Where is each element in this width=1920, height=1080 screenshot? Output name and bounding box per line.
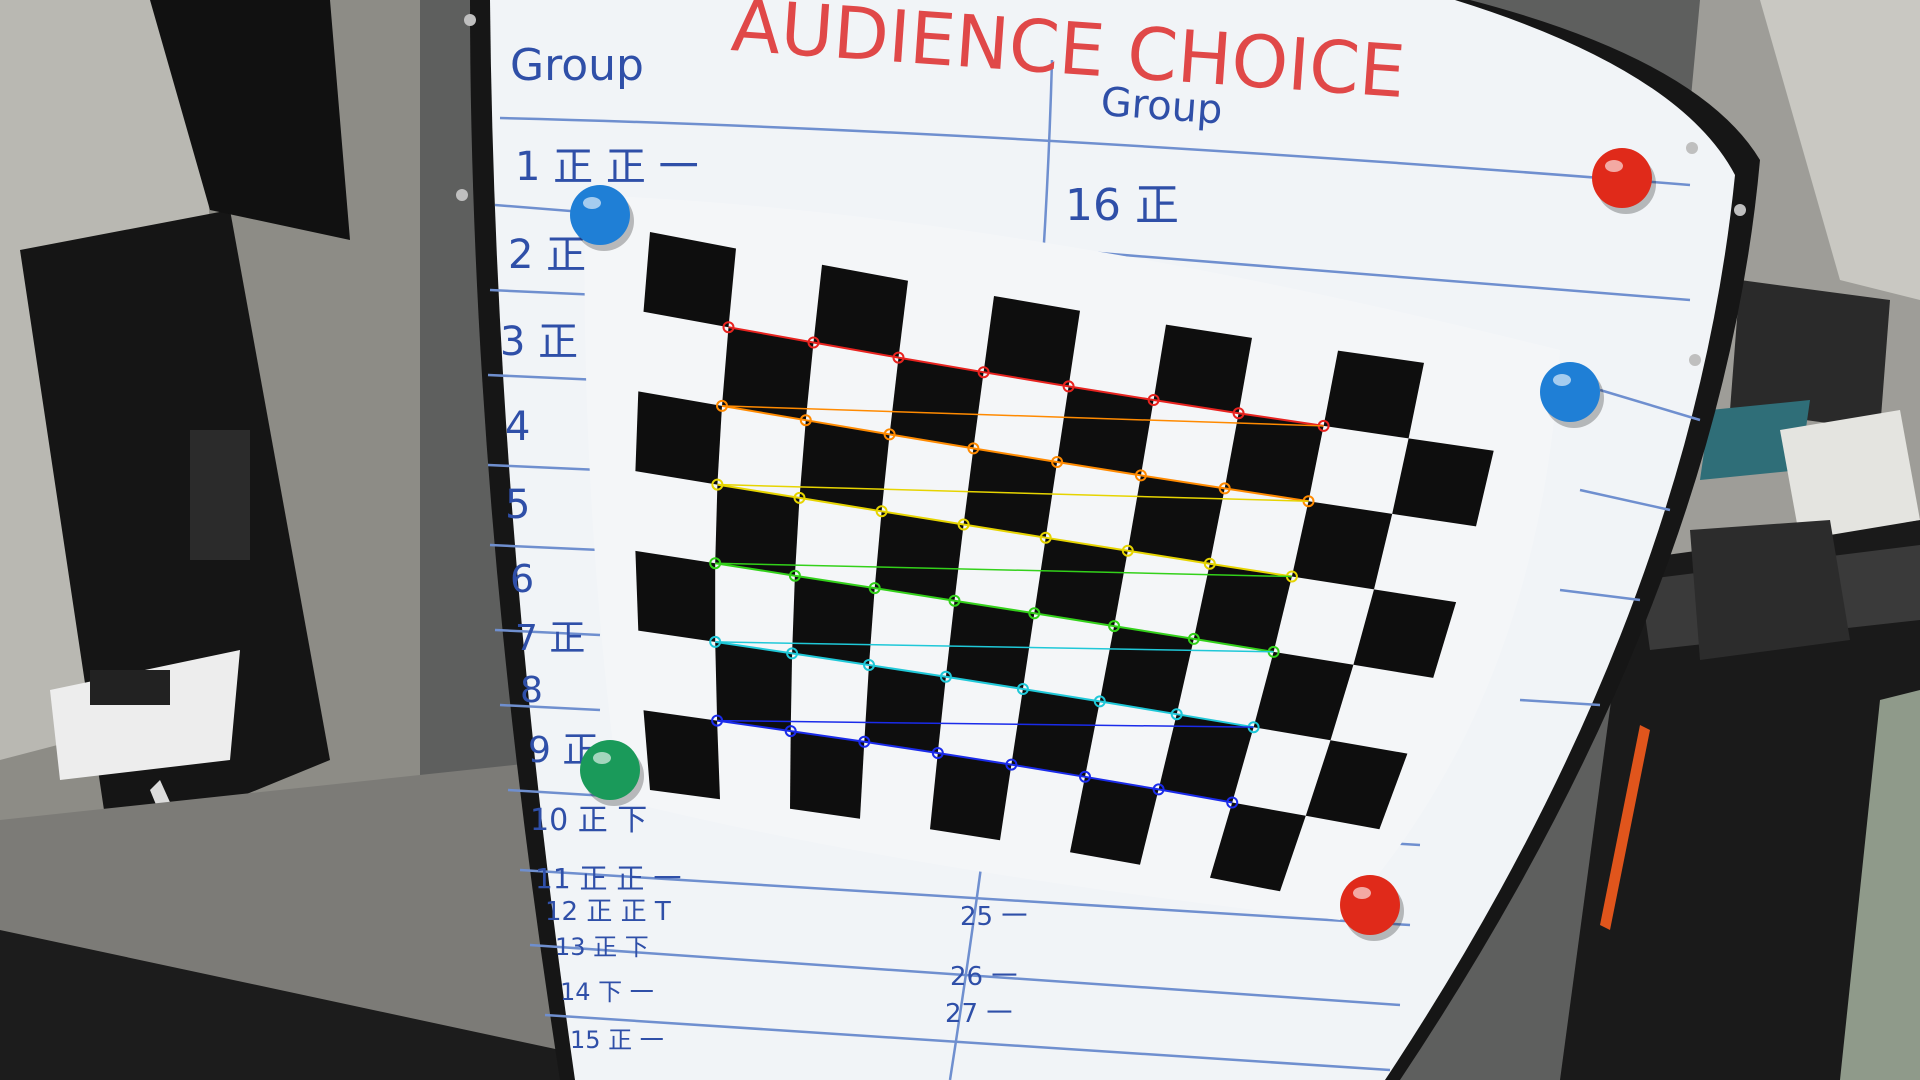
frame-screw: [1689, 354, 1701, 366]
checker-square: [1224, 413, 1324, 502]
checker-square: [945, 600, 1035, 689]
checker-square: [864, 665, 946, 753]
left-row-entry: 6: [510, 557, 534, 601]
checker-square: [643, 710, 720, 800]
left-row-entry: 2 正: [508, 232, 586, 278]
checker-square: [1011, 689, 1100, 777]
right-row-entry: 27 一: [945, 999, 1012, 1029]
left-row-entry: 7 正: [515, 618, 585, 659]
magnet-body: [570, 185, 630, 245]
checker-square: [1323, 350, 1424, 439]
left-row-entry: 13 正 下: [555, 933, 649, 961]
checker-square: [635, 550, 716, 642]
left-row-entry: 1 正 正 一: [515, 144, 699, 190]
checker-square: [1057, 386, 1154, 476]
checker-square: [715, 641, 793, 732]
left-row-entry: 11 正 正 一: [535, 862, 681, 895]
magnet-highlight: [1553, 374, 1571, 386]
camera-scene: AUDIENCE CHOICE Group Group 1 正 正 一2 正3 …: [0, 0, 1920, 1080]
checker-square: [1099, 626, 1194, 715]
checker-square: [930, 753, 1012, 841]
checker-square: [1291, 501, 1393, 590]
left-row-entry: 14 下 一: [560, 978, 654, 1006]
checker-square: [1127, 475, 1225, 564]
left-row-entry: 10 正 下: [530, 803, 647, 838]
right-row-entry: 26 一: [950, 962, 1017, 992]
frame-screw: [456, 189, 468, 201]
checker-square: [635, 391, 722, 485]
frame-screw: [464, 14, 476, 26]
checker-square: [874, 511, 964, 601]
checker-square: [715, 484, 800, 576]
right-row-entry: 16 正: [1065, 180, 1179, 231]
magnet-body: [1540, 362, 1600, 422]
checker-square: [1392, 438, 1494, 527]
checker-square: [790, 731, 865, 819]
magnet-highlight: [1353, 887, 1371, 899]
frame-screw: [1734, 204, 1746, 216]
left-row-entry: 5: [505, 482, 530, 528]
magnet-highlight: [1605, 160, 1623, 172]
magnet-body: [1340, 875, 1400, 935]
checker-square: [1153, 324, 1252, 414]
left-row-entry: 12 正 正 T: [545, 897, 671, 927]
right-row-entry: 25 一: [960, 902, 1027, 932]
magnet-body: [580, 740, 640, 800]
left-row-entry: 8: [520, 670, 543, 711]
checker-square: [1034, 537, 1128, 627]
left-column-header: Group: [510, 40, 644, 91]
checker-square: [983, 296, 1080, 387]
magnet-highlight: [583, 197, 601, 209]
checker-square: [643, 232, 736, 328]
left-row-entry: 4: [505, 404, 530, 450]
left-row-entry: 15 正 一: [570, 1026, 664, 1054]
checker-square: [889, 357, 984, 449]
checker-square: [792, 575, 875, 665]
magnet-highlight: [593, 752, 611, 764]
checker-square: [799, 420, 890, 512]
right-column-header: Group: [1099, 79, 1224, 133]
left-row-entry: 3 正: [500, 319, 578, 365]
frame-screw: [1686, 142, 1698, 154]
checker-square: [813, 264, 908, 358]
magnet-body: [1592, 148, 1652, 208]
